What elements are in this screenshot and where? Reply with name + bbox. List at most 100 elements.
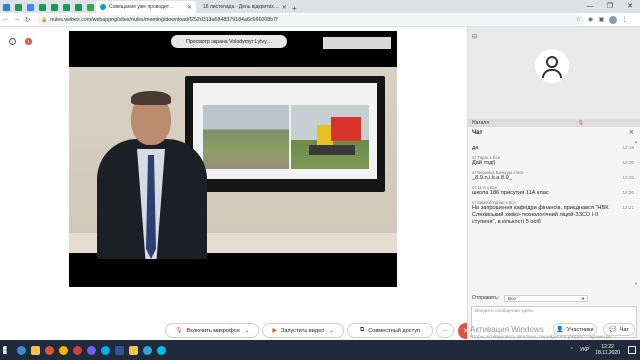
telegram-icon[interactable] <box>140 340 154 360</box>
tab-favicon-5[interactable] <box>48 1 60 13</box>
menu-dots-icon[interactable]: ⋮ <box>619 16 630 23</box>
clock-date: 18.11.2020 <box>595 350 620 356</box>
message-time: 12:20 <box>622 160 635 165</box>
video-frame <box>69 67 397 259</box>
opera-icon[interactable] <box>70 340 84 360</box>
chat-button[interactable]: 💬 Чат <box>603 323 635 336</box>
tab-favicon-7[interactable] <box>72 1 84 13</box>
mic-off-icon: 🎙 <box>175 328 183 334</box>
tray-chevron-icon[interactable]: ⌃ <box>570 347 574 353</box>
maximize-button[interactable]: ❐ <box>600 0 620 13</box>
tab-icon <box>14 3 22 11</box>
participant-name: Наталя <box>472 120 489 126</box>
minimize-panel-icon[interactable]: ⊟ <box>472 33 477 40</box>
tab-favicon-2[interactable] <box>12 1 24 13</box>
tab-close-icon[interactable]: ✕ <box>184 4 192 11</box>
tab-title: Совещание уже проводит… <box>109 4 175 10</box>
ie-glyph-icon <box>16 345 26 355</box>
windows-start-icon[interactable] <box>0 340 14 360</box>
chat-button-label: Чат <box>619 326 629 333</box>
forward-icon[interactable]: → <box>11 16 22 23</box>
meeting-controls: 🎙 Включить микрофон ⌄ ▶ Запустить видео … <box>0 321 474 340</box>
skype-glyph-icon <box>100 345 110 355</box>
tab-close-icon[interactable]: ✕ <box>279 4 287 11</box>
address-bar: ← → ↻ 🔒 nules.webex.com/webappng/sites/n… <box>0 13 640 27</box>
message-time: 12:20 <box>622 190 635 195</box>
cast-icon[interactable]: ▣ <box>596 16 607 23</box>
clock[interactable]: 12:22 18.11.2020 <box>595 344 620 356</box>
tab-favicon-1[interactable] <box>0 1 12 13</box>
tab-icon <box>74 3 82 11</box>
chat-message: от Тарас к Все 12:20 Дай тоді) <box>468 154 640 169</box>
notification-center-icon[interactable] <box>628 346 636 354</box>
tab-favicon-8[interactable] <box>84 1 96 13</box>
back-icon[interactable]: ← <box>0 16 11 23</box>
opera-glyph-icon <box>72 345 82 355</box>
message-time: 12:21 <box>622 205 635 210</box>
chevron-down-icon: ▼ <box>581 296 585 301</box>
tab-open-day[interactable]: 18 листопада - День відкритих… ✕ <box>196 1 288 13</box>
message-text: школа 186 присутня 11А клас <box>472 190 549 196</box>
unmute-button[interactable]: 🎙 Включить микрофон ⌄ <box>165 323 259 338</box>
chat-message: от 11-А к Все 12:20 школа 186 присутня 1… <box>468 184 640 199</box>
tab-favicon-6[interactable] <box>60 1 72 13</box>
avatar <box>535 49 569 83</box>
participant-name-bar: Наталя 🎙 <box>468 119 640 127</box>
minimize-button[interactable]: — <box>580 0 600 13</box>
notification-badge[interactable]: 1 <box>25 38 32 45</box>
chat-message: от Вероніка Бачерда к Все 12:20 _8.9.n.i… <box>468 169 640 184</box>
participants-button[interactable]: 👤 Участники <box>553 323 597 336</box>
chrome-icon[interactable] <box>56 340 70 360</box>
viber-icon[interactable] <box>84 340 98 360</box>
chat-message-list[interactable]: 12:19 да от Тарас к Все 12:20 Дай тоді) … <box>468 139 640 289</box>
tab-icon <box>50 3 58 11</box>
monument-plinth <box>309 145 355 155</box>
chat-message: 12:19 да <box>468 139 640 154</box>
share-label: Совместный доступ <box>368 327 421 334</box>
url-text: nules.webex.com/webappng/sites/nules/mee… <box>50 16 278 23</box>
more-options-button[interactable]: ··· <box>436 323 454 338</box>
send-to-select[interactable]: Все ▼ <box>504 295 588 302</box>
chevron-down-icon[interactable]: ⌄ <box>245 328 249 334</box>
chat-title: Чат <box>472 130 483 136</box>
folder-glyph-icon <box>30 345 40 355</box>
campus-logo-photo <box>291 105 369 169</box>
share-button[interactable]: ⧉ Совместный доступ <box>347 323 433 338</box>
tab-favicon-3[interactable] <box>24 1 36 13</box>
bookmark-star-icon[interactable]: ☆ <box>576 16 581 23</box>
close-window-button[interactable]: ✕ <box>620 0 640 13</box>
system-tray: ⌃ УКР 12:22 18.11.2020 <box>570 344 640 356</box>
send-to-label: Отправить: <box>472 295 500 301</box>
explorer-icon[interactable] <box>126 340 140 360</box>
tv-monitor <box>185 76 385 192</box>
tab-favicon-4[interactable] <box>36 1 48 13</box>
scroll-down-icon[interactable]: ▼ <box>634 281 638 286</box>
windows-activation-title: Активация Windows <box>470 325 544 334</box>
chevron-down-icon[interactable]: ⌄ <box>329 328 333 334</box>
start-video-button[interactable]: ▶ Запустить видео ⌄ <box>262 323 344 338</box>
message-text: Дай тоді) <box>472 160 496 166</box>
message-time: 12:19 <box>622 145 635 150</box>
extension-icon[interactable]: ◉ <box>585 16 596 23</box>
participants-label: Участники <box>566 326 594 333</box>
new-tab-button[interactable]: + <box>288 4 301 13</box>
info-icon[interactable]: i <box>9 38 16 45</box>
message-text: _8.9.n.i.k.a.8.9_ <box>472 175 512 181</box>
yandex-icon[interactable] <box>42 340 56 360</box>
close-chat-icon[interactable]: ✕ <box>629 128 634 138</box>
webex-icon[interactable] <box>154 340 168 360</box>
profile-avatar[interactable] <box>609 15 617 24</box>
screen-share-chip[interactable]: Просмотр экрана Volodymyr Lytvy… <box>171 35 287 48</box>
self-preview-placeholder <box>323 37 391 49</box>
ie-icon[interactable] <box>14 340 28 360</box>
word-icon[interactable] <box>112 340 126 360</box>
skype-icon[interactable] <box>98 340 112 360</box>
share-screen-icon: ⧉ <box>359 327 365 333</box>
folder-icon[interactable] <box>28 340 42 360</box>
reload-icon[interactable]: ↻ <box>22 16 33 24</box>
telegram-glyph-icon <box>142 345 152 355</box>
right-panel: ⊟ Наталя 🎙 Чат ✕ ▲ 12:19 да от Тарас к В… <box>467 27 640 340</box>
language-indicator[interactable]: УКР <box>580 347 589 353</box>
url-input[interactable]: 🔒 nules.webex.com/webappng/sites/nules/m… <box>37 14 585 25</box>
tab-webex-meeting[interactable]: Совещание уже проводит… ✕ <box>96 1 196 13</box>
